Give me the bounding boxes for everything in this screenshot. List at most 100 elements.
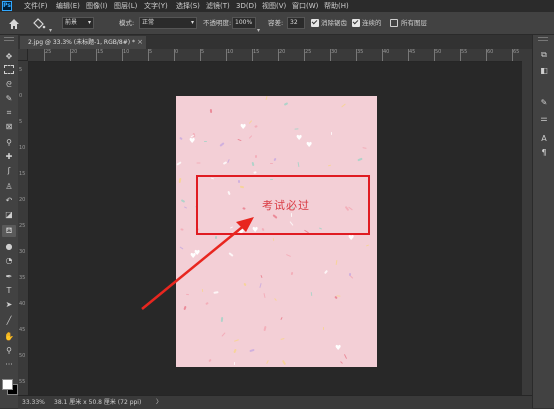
- paper-confetti: [273, 157, 277, 162]
- contiguous-checkbox[interactable]: [352, 19, 360, 27]
- history-panel-icon[interactable]: ⧉: [537, 49, 551, 61]
- properties-panel-icon[interactable]: ◧: [537, 65, 551, 77]
- document-tab[interactable]: 2.jpg @ 33.3% (未标题-1, RGB/8#) * ×: [20, 36, 146, 49]
- ruler-h-label: 65: [513, 49, 520, 55]
- paper-confetti: [227, 158, 230, 164]
- healing-icon[interactable]: ✚: [2, 151, 16, 163]
- menu-image[interactable]: 图像(I): [86, 0, 108, 12]
- adjustments-icon[interactable]: ⚌: [537, 113, 551, 125]
- paper-confetti: [196, 162, 201, 164]
- vertical-scrollbar[interactable]: [522, 49, 532, 395]
- close-icon[interactable]: ×: [137, 36, 143, 49]
- paper-confetti: [249, 348, 255, 353]
- eyedropper-icon[interactable]: ⚲: [2, 137, 16, 149]
- ruler-h-label: 25: [45, 49, 52, 55]
- tools-panel: ✥ ᘓ ✎ ⌗ ⊠ ⚲ ✚ ʃ ♙ ↶ ◪ ⛾ ● ◔ ✒ T ➤ ╱ ✋ ⚲ …: [0, 35, 19, 408]
- ruler-h-label: 15: [253, 49, 260, 55]
- shape-icon[interactable]: ╱: [2, 315, 16, 327]
- horizontal-ruler[interactable]: 2520151050510152025303540455055606570: [28, 49, 545, 62]
- mode-select[interactable]: 正常 ▾: [139, 17, 197, 29]
- paper-heart-icon: ♥: [348, 234, 355, 242]
- paper-confetti: [310, 291, 313, 297]
- menu-help[interactable]: 帮助(H): [324, 0, 349, 12]
- panel-grip[interactable]: [538, 37, 548, 41]
- marquee-icon[interactable]: [2, 65, 16, 77]
- paper-confetti: [221, 332, 226, 337]
- menu-select[interactable]: 选择(S): [176, 0, 200, 12]
- color-swatches[interactable]: [2, 379, 18, 395]
- character-panel-icon[interactable]: A: [537, 133, 551, 145]
- menu-window[interactable]: 窗口(W): [292, 0, 318, 12]
- ruler-h-tick: [200, 49, 201, 61]
- paper-heart-icon: ♥: [296, 134, 303, 142]
- paint-bucket-icon[interactable]: ⛾: [2, 225, 16, 237]
- vertical-ruler[interactable]: 5 0 5 10 15 20 25 30 35 40 45 50 55: [18, 61, 29, 395]
- paper-confetti: [183, 206, 188, 209]
- menu-3d[interactable]: 3D(D): [236, 0, 257, 12]
- foreground-color-swatch[interactable]: [2, 379, 13, 390]
- blur-icon[interactable]: ●: [2, 241, 16, 253]
- menu-layer[interactable]: 图层(L): [114, 0, 137, 12]
- eraser-icon[interactable]: ◪: [2, 209, 16, 221]
- ruler-h-tick: [148, 49, 149, 61]
- frame-icon[interactable]: ⊠: [2, 121, 16, 133]
- paper-confetti: [260, 274, 263, 279]
- zoom-level[interactable]: 33.33%: [22, 396, 45, 409]
- ruler-h-label: 5: [201, 49, 205, 55]
- ruler-h-tick: [434, 49, 435, 61]
- more-icon[interactable]: ···: [2, 359, 16, 371]
- menu-filter[interactable]: 滤镜(T): [206, 0, 230, 12]
- move-icon[interactable]: ✥: [2, 51, 16, 63]
- ruler-h-label: 15: [97, 49, 104, 55]
- paint-bucket-icon[interactable]: [32, 17, 46, 29]
- paper-confetti: [179, 246, 184, 250]
- paper-confetti: [269, 162, 274, 165]
- ruler-origin[interactable]: [18, 49, 28, 61]
- paper-confetti: [233, 339, 240, 342]
- menu-edit[interactable]: 编辑(E): [56, 0, 80, 12]
- paper-heart-icon: ♥: [335, 344, 342, 352]
- ruler-h-tick: [356, 49, 357, 61]
- pen-icon[interactable]: ✒: [2, 271, 16, 283]
- dodge-icon[interactable]: ◔: [2, 255, 16, 267]
- brush-settings-icon[interactable]: ✎: [537, 97, 551, 109]
- history-brush-icon[interactable]: ↶: [2, 195, 16, 207]
- ruler-h-tick: [174, 49, 175, 61]
- paper-confetti: [248, 135, 253, 139]
- paper-confetti: [254, 125, 258, 128]
- status-menu-arrow[interactable]: 〉: [156, 396, 162, 409]
- tolerance-input[interactable]: 32: [287, 17, 305, 29]
- paper-confetti: [259, 282, 262, 289]
- ruler-h-label: 30: [331, 49, 338, 55]
- panel-grip[interactable]: [4, 37, 14, 41]
- hand-icon[interactable]: ✋: [2, 331, 16, 343]
- ruler-h-tick: [486, 49, 487, 61]
- ruler-h-label: 60: [487, 49, 494, 55]
- ruler-h-tick: [382, 49, 383, 61]
- contiguous-label: 连续的: [362, 19, 382, 27]
- paper-confetti: [180, 228, 184, 231]
- quick-select-icon[interactable]: ✎: [2, 93, 16, 105]
- opacity-input[interactable]: 100%: [232, 17, 256, 29]
- menu-type[interactable]: 文字(Y): [144, 0, 168, 12]
- all-layers-checkbox[interactable]: [390, 19, 398, 27]
- menu-view[interactable]: 视图(V): [262, 0, 286, 12]
- stamp-icon[interactable]: ♙: [2, 181, 16, 193]
- ruler-v-label: 50: [19, 353, 26, 359]
- paper-confetti: [220, 316, 224, 323]
- path-select-icon[interactable]: ➤: [2, 299, 16, 311]
- brush-icon[interactable]: ʃ: [2, 165, 16, 177]
- type-icon[interactable]: T: [2, 285, 16, 297]
- home-icon[interactable]: [8, 17, 20, 29]
- paper-confetti: [253, 171, 257, 174]
- antialias-checkbox[interactable]: [311, 19, 319, 27]
- paper-confetti: [297, 161, 300, 168]
- crop-icon[interactable]: ⌗: [2, 107, 16, 119]
- paragraph-panel-icon[interactable]: ¶: [537, 147, 551, 159]
- zoom-icon[interactable]: ⚲: [2, 345, 16, 357]
- ruler-v-label: 55: [19, 379, 26, 385]
- menu-file[interactable]: 文件(F): [24, 0, 48, 12]
- fill-source-select[interactable]: 前景 ▾: [62, 17, 94, 29]
- paper-confetti: [214, 235, 218, 240]
- lasso-icon[interactable]: ᘓ: [2, 79, 16, 91]
